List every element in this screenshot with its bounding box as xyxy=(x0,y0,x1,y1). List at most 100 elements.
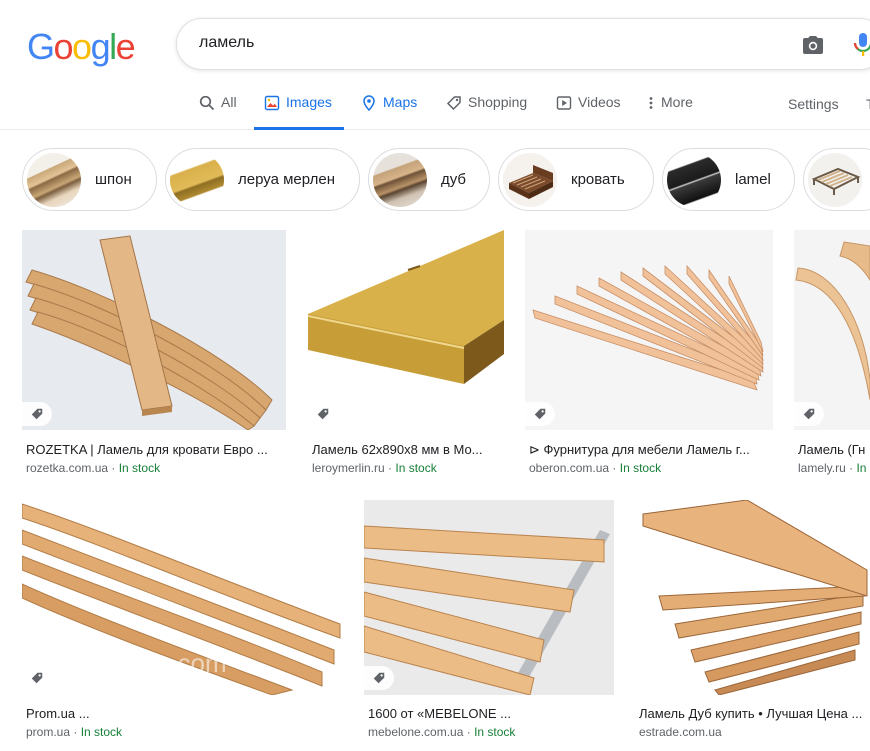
tab-label: More xyxy=(661,94,693,110)
related-chip-lamel[interactable]: lamel xyxy=(662,148,795,211)
tab-label: Images xyxy=(286,94,332,110)
search-input[interactable] xyxy=(199,34,759,52)
result-source[interactable]: mebelone.com.ua · In stock xyxy=(368,725,515,739)
result-domain: leroymerlin.ru xyxy=(312,461,385,475)
result-image[interactable]: sharm-im.com xyxy=(22,500,342,695)
separator: · xyxy=(845,461,857,475)
result-image[interactable] xyxy=(794,230,870,430)
chip-thumbnail xyxy=(808,152,862,207)
tab-label: Videos xyxy=(578,94,621,110)
result-title[interactable]: ⊳ Фурнитура для мебели Ламель г... xyxy=(529,442,750,458)
search-icon xyxy=(199,95,215,111)
related-chip-bed-frame[interactable] xyxy=(803,148,870,211)
result-image[interactable] xyxy=(364,500,614,695)
tab-label: Shopping xyxy=(468,94,528,110)
tab-label: Maps xyxy=(383,94,418,110)
tab-shopping[interactable]: Shopping xyxy=(446,94,527,130)
stock-status: In stock xyxy=(474,725,516,739)
result-domain: rozetka.com.ua xyxy=(26,461,109,475)
chip-thumbnail xyxy=(27,152,81,207)
result-title[interactable]: Ламель Дуб купить • Лучшая Цена ... xyxy=(639,706,862,721)
image-result-prom[interactable]: sharm-im.com Prom.ua ... prom.ua · In st… xyxy=(22,500,342,751)
related-chip-dub[interactable]: дуб xyxy=(368,148,490,211)
image-icon xyxy=(264,95,280,111)
tag-icon xyxy=(31,672,43,684)
tab-label: All xyxy=(221,94,237,110)
result-source[interactable]: prom.ua · In stock xyxy=(26,725,122,739)
logo-letter: e xyxy=(115,26,136,67)
search-box[interactable] xyxy=(176,18,870,70)
result-domain: oberon.com.ua xyxy=(529,461,610,475)
result-domain: mebelone.com.ua xyxy=(368,725,464,739)
stock-status: In stock xyxy=(395,461,437,475)
result-image[interactable] xyxy=(635,500,870,695)
tab-all[interactable]: All xyxy=(199,94,237,130)
result-image[interactable] xyxy=(22,230,286,430)
result-title[interactable]: Prom.ua ... xyxy=(26,706,90,721)
search-tabs: All Images Maps Shopping Videos More Set… xyxy=(0,82,870,130)
result-image[interactable] xyxy=(308,230,504,430)
tab-maps[interactable]: Maps xyxy=(361,94,417,130)
result-domain: lamely.ru xyxy=(798,461,846,475)
stock-status: In xyxy=(856,461,867,475)
separator: · xyxy=(609,461,620,475)
product-tag-badge xyxy=(525,402,555,426)
image-result-estrade[interactable]: Ламель Дуб купить • Лучшая Цена ... estr… xyxy=(635,500,870,751)
stock-status: In stock xyxy=(118,461,161,475)
stock-status: In stock xyxy=(619,461,662,475)
related-chip-shpon[interactable]: шпон xyxy=(22,148,157,211)
logo-letter: o xyxy=(72,26,92,67)
chip-thumbnail xyxy=(373,152,427,207)
logo-letter: o xyxy=(53,26,74,67)
result-source[interactable]: lamely.ru · In xyxy=(798,461,866,475)
google-logo[interactable]: Google xyxy=(27,26,136,68)
product-tag-badge xyxy=(22,402,52,426)
result-title[interactable]: ROZETKA | Ламель для кровати Евро ... xyxy=(26,442,268,457)
related-chip-leroy[interactable]: леруа мерлен xyxy=(165,148,360,211)
related-chip-krovat[interactable]: кровать xyxy=(498,148,654,211)
settings-link[interactable]: Settings xyxy=(788,96,839,112)
result-source[interactable]: estrade.com.ua xyxy=(639,725,722,739)
image-result-oberon[interactable]: ⊳ Фурнитура для мебели Ламель г... obero… xyxy=(525,230,773,480)
product-tag-badge xyxy=(308,402,338,426)
image-result-leroymerlin[interactable]: Ламель 62х890х8 мм в Мо... leroymerlin.r… xyxy=(308,230,504,480)
result-title[interactable]: 1600 от «MEBELONE ... xyxy=(368,706,511,721)
logo-letter: G xyxy=(27,26,55,67)
result-title[interactable]: Ламель (Гн xyxy=(798,442,865,457)
tag-icon xyxy=(317,408,329,420)
image-result-mebelone[interactable]: 1600 от «MEBELONE ... mebelone.com.ua · … xyxy=(364,500,614,751)
result-source[interactable]: leroymerlin.ru · In stock xyxy=(312,461,437,475)
logo-letter: g xyxy=(90,26,111,67)
camera-icon[interactable] xyxy=(801,33,825,57)
tools-link[interactable]: T xyxy=(866,96,870,112)
mic-icon[interactable] xyxy=(851,32,870,58)
result-title[interactable]: Ламель 62х890х8 мм в Мо... xyxy=(312,442,483,457)
tab-more[interactable]: More xyxy=(647,94,693,130)
tab-images[interactable]: Images xyxy=(254,94,344,130)
tag-icon xyxy=(373,672,385,684)
watermark: sharm-im.com xyxy=(62,648,227,678)
tab-videos[interactable]: Videos xyxy=(556,94,621,130)
result-image[interactable] xyxy=(525,230,773,430)
chip-label: шпон xyxy=(95,171,132,188)
separator: · xyxy=(108,461,119,475)
stock-status: In stock xyxy=(80,725,123,739)
result-source[interactable]: rozetka.com.ua · In stock xyxy=(26,461,160,475)
chip-label: кровать xyxy=(571,171,625,188)
image-result-lamely[interactable]: Ламель (Гн lamely.ru · In xyxy=(794,230,870,480)
result-source[interactable]: oberon.com.ua · In stock xyxy=(529,461,661,475)
tag-icon xyxy=(31,408,43,420)
tag-icon xyxy=(803,408,815,420)
more-vert-icon xyxy=(649,97,653,109)
chip-label: дуб xyxy=(441,171,467,188)
product-tag-badge xyxy=(794,402,824,426)
product-tag-badge xyxy=(22,666,52,690)
chip-thumbnail xyxy=(170,152,224,207)
result-domain: prom.ua xyxy=(26,725,71,739)
tag-icon xyxy=(534,408,546,420)
chip-label: леруа мерлен xyxy=(238,171,335,188)
result-domain: estrade.com.ua xyxy=(639,725,722,739)
image-result-rozetka[interactable]: ROZETKA | Ламель для кровати Евро ... ro… xyxy=(22,230,286,480)
product-tag-badge xyxy=(364,666,394,690)
map-pin-icon xyxy=(363,95,375,111)
